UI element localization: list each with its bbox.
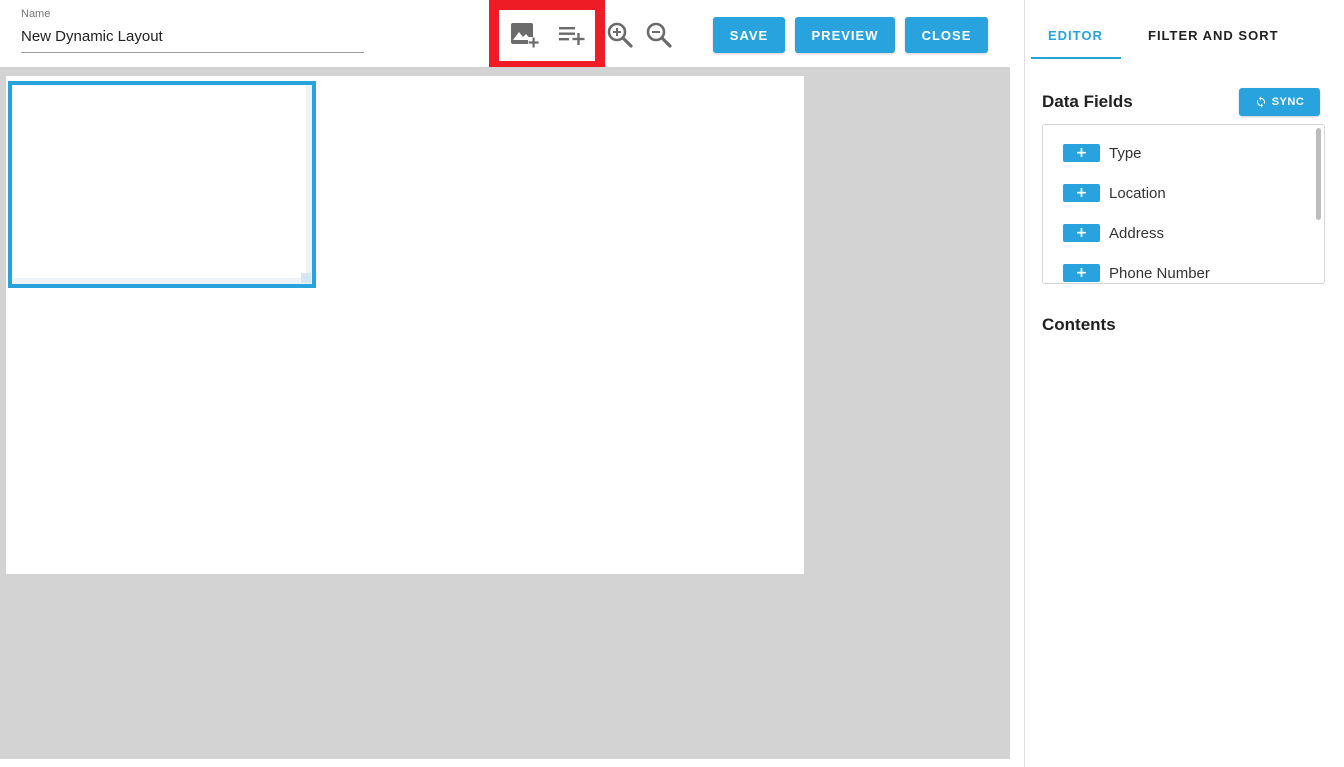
block-edge — [12, 278, 312, 284]
field-label: Type — [1109, 144, 1142, 162]
add-text-icon[interactable] — [556, 20, 586, 50]
zoom-out-icon[interactable] — [644, 20, 674, 50]
zoom-in-icon[interactable] — [605, 20, 635, 50]
close-button[interactable]: CLOSE — [905, 17, 988, 53]
layout-canvas[interactable] — [0, 67, 1010, 759]
add-field-button[interactable]: + — [1063, 184, 1100, 202]
sync-button[interactable]: SYNC — [1239, 88, 1320, 116]
add-field-button[interactable]: + — [1063, 224, 1100, 242]
sync-label: SYNC — [1271, 96, 1305, 108]
field-label: Address — [1109, 224, 1165, 242]
name-input[interactable] — [21, 28, 364, 45]
resize-handle[interactable] — [301, 273, 311, 283]
name-field[interactable]: Name — [21, 7, 364, 53]
field-label: Location — [1109, 184, 1166, 202]
editor-header: Name New Dynamic Layout SAVE PREVIEW CLO… — [0, 0, 1010, 71]
tab-editor[interactable]: EDITOR — [1048, 28, 1103, 43]
insert-tools-highlight — [489, 0, 605, 71]
save-button[interactable]: SAVE — [713, 17, 785, 53]
data-fields-title: Data Fields — [1042, 92, 1133, 111]
active-tab-indicator — [1031, 57, 1121, 59]
list-item: + Phone Number — [1063, 263, 1210, 283]
block-edge — [306, 85, 312, 284]
tab-filter-and-sort[interactable]: FILTER AND SORT — [1148, 28, 1279, 43]
add-field-button[interactable]: + — [1063, 144, 1100, 162]
add-image-icon[interactable] — [509, 20, 539, 50]
field-label: Phone Number — [1109, 264, 1210, 282]
list-item: + Location — [1063, 183, 1166, 203]
list-item: + Address — [1063, 223, 1164, 243]
preview-button[interactable]: PREVIEW — [795, 17, 895, 53]
contents-title: Contents — [1042, 315, 1116, 334]
sync-icon — [1256, 96, 1265, 108]
layout-page[interactable] — [6, 76, 804, 574]
add-field-button[interactable]: + — [1063, 264, 1100, 282]
scrollbar[interactable] — [1316, 128, 1321, 220]
data-fields-list[interactable]: + Type + Location + Address + Phone Numb… — [1042, 124, 1325, 284]
selected-content-block[interactable] — [8, 81, 316, 288]
list-item: + Type — [1063, 143, 1142, 163]
properties-panel: EDITOR FILTER AND SORT Data Fields SYNC … — [1024, 0, 1344, 767]
name-label: Name — [21, 8, 51, 20]
